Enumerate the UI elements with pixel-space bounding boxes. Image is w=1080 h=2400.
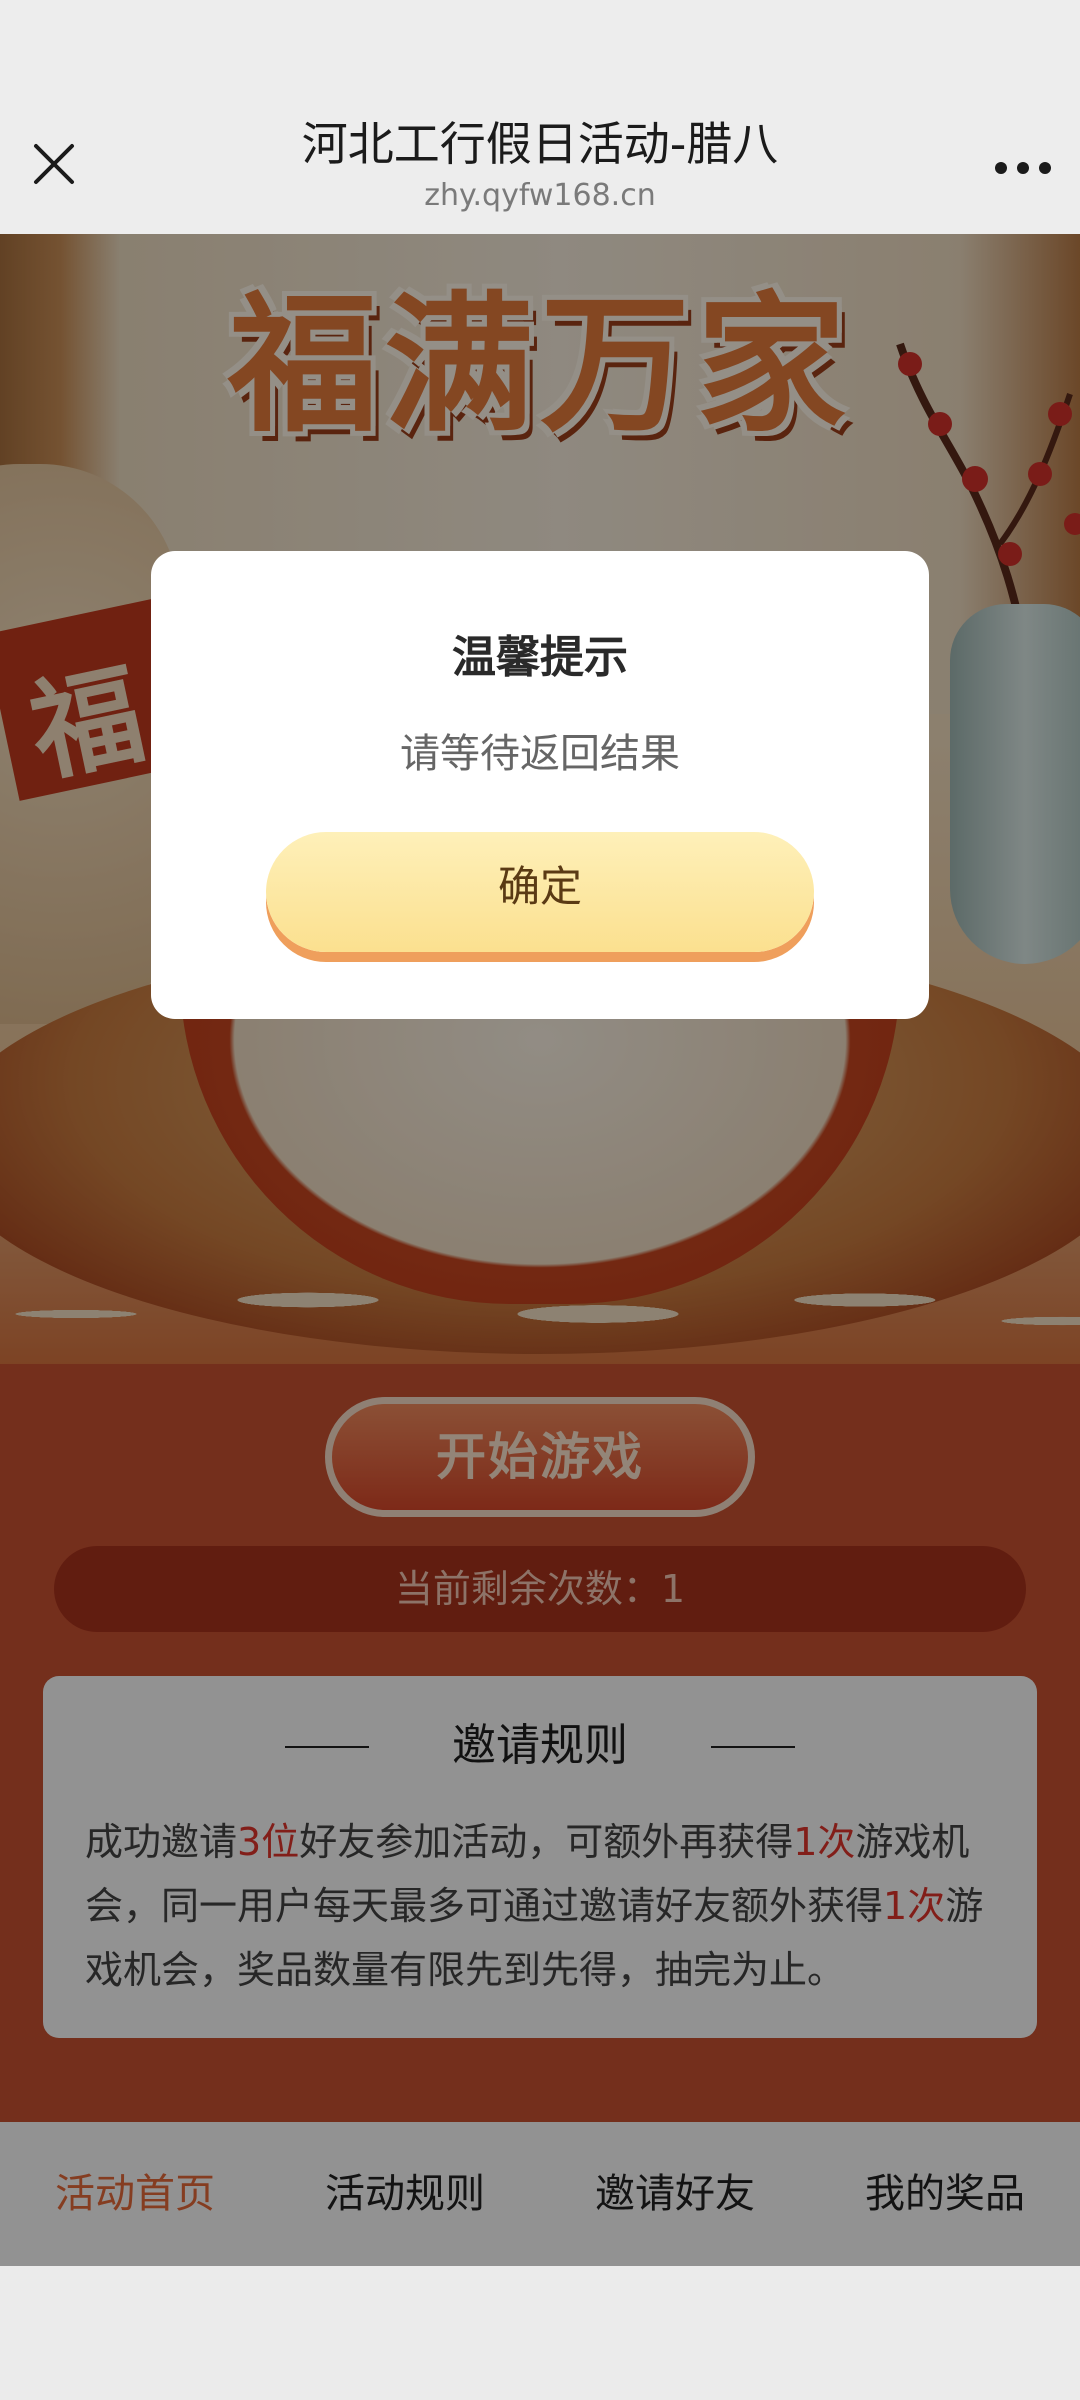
page-title: 河北工行假日活动-腊八 (301, 117, 779, 171)
screen: 河北工行假日活动-腊八 zhy.qyfw168.cn 福满万家 福 开始游戏 当… (0, 0, 1080, 2400)
close-button[interactable] (22, 132, 86, 196)
alert-dialog: 温馨提示 请等待返回结果 确定 (151, 551, 929, 1019)
close-icon (34, 144, 74, 184)
confirm-button[interactable]: 确定 (266, 832, 814, 952)
page-url: zhy.qyfw168.cn (424, 178, 656, 213)
status-bar-area (0, 0, 1080, 100)
title-block: 河北工行假日活动-腊八 zhy.qyfw168.cn (180, 116, 900, 216)
more-icon (995, 162, 1051, 174)
dialog-title: 温馨提示 (452, 632, 628, 683)
system-nav-area (0, 2266, 1080, 2400)
modal-overlay[interactable] (0, 234, 1080, 2266)
browser-top-bar: 河北工行假日活动-腊八 zhy.qyfw168.cn (0, 100, 1080, 234)
dialog-message: 请等待返回结果 (400, 731, 680, 777)
more-button[interactable] (988, 132, 1058, 196)
